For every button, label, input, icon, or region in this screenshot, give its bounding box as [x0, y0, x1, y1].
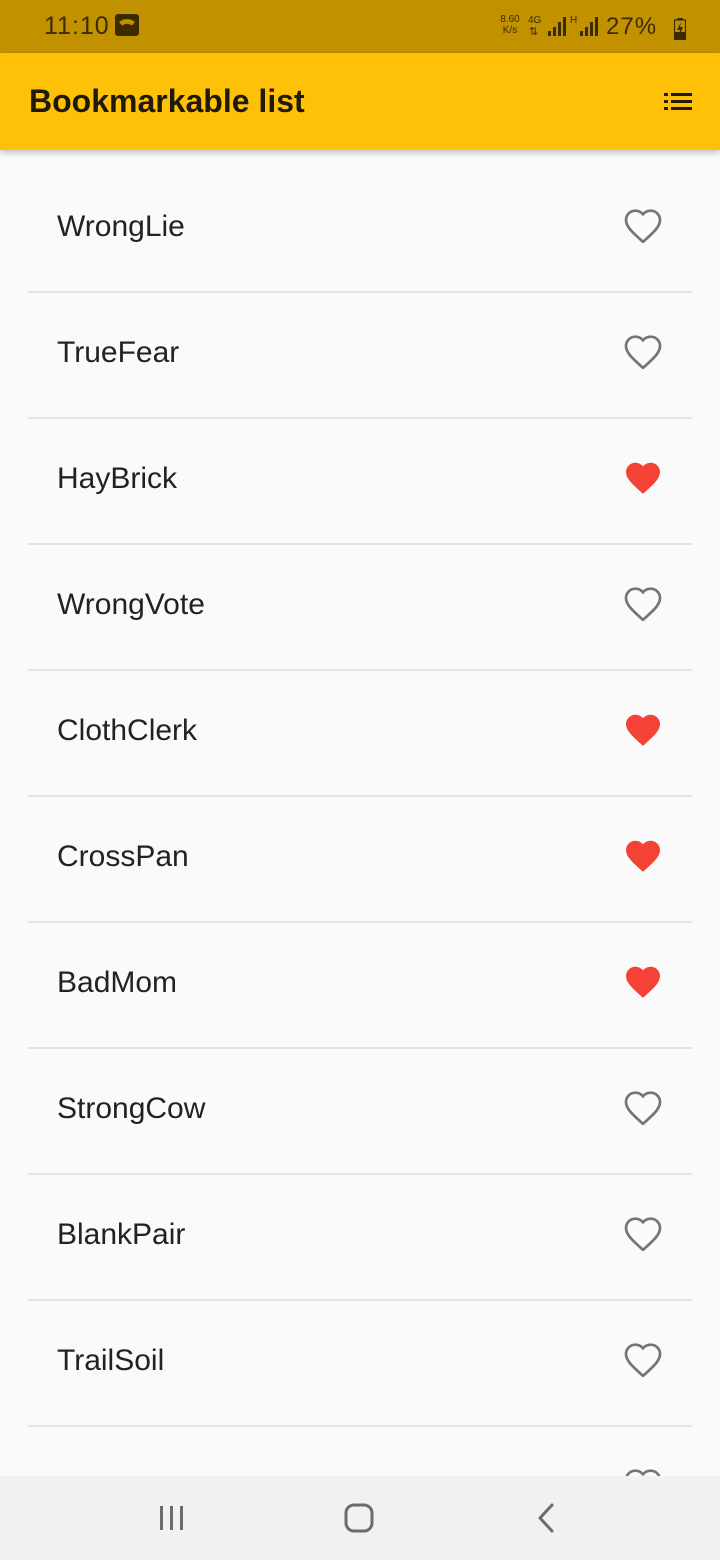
battery-charging-icon: [674, 18, 686, 40]
list-item-label: CrossPan: [57, 840, 189, 873]
heart-filled-icon[interactable]: [624, 461, 662, 495]
list-item-label: HayBrick: [57, 462, 178, 495]
status-bar: 11:10 8.60 K/s 4G ⇅ H 27%: [0, 0, 720, 53]
heart-filled-icon[interactable]: [624, 839, 662, 873]
list-item[interactable]: TrailSoil: [28, 1300, 692, 1427]
list-item[interactable]: HayBrick: [28, 418, 692, 545]
back-button[interactable]: [524, 1496, 568, 1540]
list-item-label: TrueFear: [57, 336, 180, 369]
list-item[interactable]: [28, 1426, 692, 1476]
list-item-label: StrongCow: [57, 1092, 206, 1125]
heart-filled-icon[interactable]: [624, 713, 662, 747]
heart-outline-icon[interactable]: [624, 335, 662, 370]
list-icon: [664, 93, 692, 110]
signal-h-icon: H: [570, 15, 598, 36]
battery-percent: 27%: [606, 13, 658, 40]
home-button[interactable]: [337, 1496, 381, 1540]
list-item[interactable]: StrongCow: [28, 1048, 692, 1175]
home-icon: [344, 1503, 374, 1533]
list-item[interactable]: BadMom: [28, 922, 692, 1049]
heart-outline-icon[interactable]: [624, 1343, 662, 1378]
svg-text:H: H: [570, 15, 577, 26]
word-list: WrongLie TrueFear HayBrick WrongVote Clo…: [0, 150, 720, 1476]
heart-outline-icon[interactable]: [624, 1217, 662, 1252]
app-bar: Bookmarkable list: [0, 53, 720, 150]
heart-outline-icon[interactable]: [624, 1091, 662, 1126]
list-item-label: ClothClerk: [57, 714, 198, 747]
heart-outline-icon[interactable]: [624, 587, 662, 622]
list-item[interactable]: WrongLie: [28, 166, 692, 293]
saved-list-button[interactable]: [658, 87, 698, 117]
list-item[interactable]: CrossPan: [28, 796, 692, 923]
wifi-icon: [115, 14, 139, 36]
net-speed: 8.60 K/s: [500, 14, 520, 36]
list-item-label: TrailSoil: [57, 1344, 165, 1377]
signal-4g-icon: 4G ⇅: [528, 15, 566, 38]
list-item[interactable]: TrueFear: [28, 292, 692, 419]
svg-text:⇅: ⇅: [529, 26, 538, 38]
svg-text:4G: 4G: [528, 15, 542, 26]
heart-filled-icon[interactable]: [624, 965, 662, 999]
recent-apps-button[interactable]: [150, 1496, 194, 1540]
list-item[interactable]: WrongVote: [28, 544, 692, 671]
list-item[interactable]: BlankPair: [28, 1174, 692, 1301]
back-icon: [538, 1503, 554, 1533]
heart-outline-icon[interactable]: [624, 209, 662, 244]
list-item-label: WrongLie: [57, 210, 185, 243]
status-time: 11:10: [44, 12, 110, 40]
list-item[interactable]: ClothClerk: [28, 670, 692, 797]
page-title: Bookmarkable list: [29, 83, 305, 119]
heart-outline-icon[interactable]: [624, 1469, 662, 1476]
system-nav-bar: [0, 1476, 720, 1560]
recent-apps-icon: [160, 1506, 183, 1530]
list-item-label: BlankPair: [57, 1218, 186, 1251]
list-item-label: WrongVote: [57, 588, 205, 621]
list-item-label: BadMom: [57, 966, 178, 999]
